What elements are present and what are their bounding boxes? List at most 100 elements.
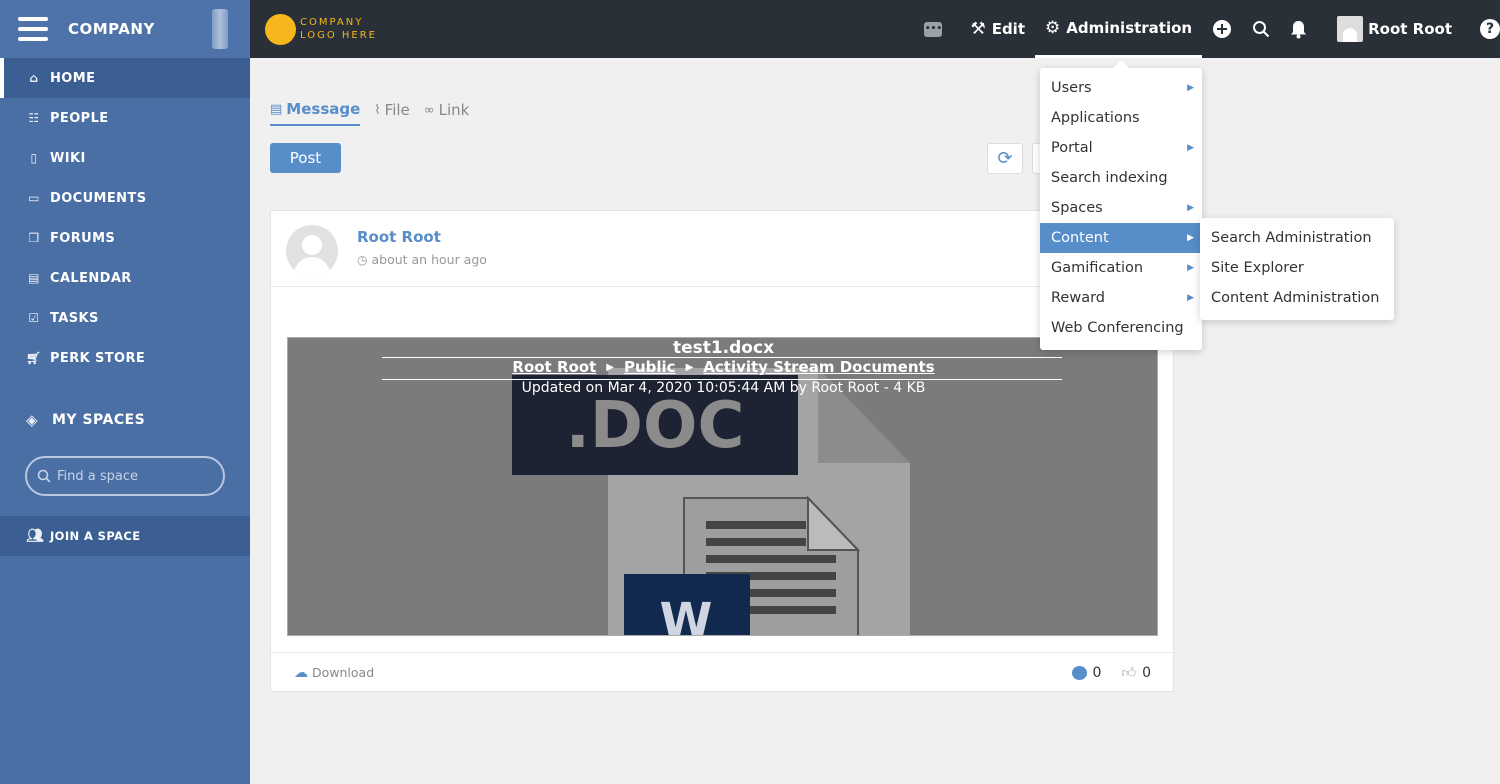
sidebar-item-tasks[interactable]: ☑ TASKS	[0, 298, 250, 338]
activity-header: Root Root ◷ about an hour ago	[271, 211, 1173, 287]
sidebar-item-label: HOME	[50, 70, 96, 86]
file-title: test1.docx	[672, 338, 775, 358]
avatar	[1337, 16, 1364, 42]
breadcrumb-link[interactable]: Root Root	[512, 358, 596, 376]
people-icon: ☷	[28, 111, 40, 125]
home-icon: ⌂	[29, 71, 39, 85]
svg-text:W: W	[660, 593, 713, 636]
user-name: Root Root	[1368, 20, 1452, 38]
menu-item-web-conferencing[interactable]: Web Conferencing	[1040, 313, 1202, 343]
caret-right-icon: ▶	[685, 361, 694, 373]
thumbs-up-icon[interactable]: 👍︎	[1121, 664, 1136, 681]
sidebar-nav: ⌂ HOME ☷ PEOPLE ▯ WIKI ▭ DOCUMENTS ❐ FOR…	[0, 58, 250, 378]
check-square-icon: ☑	[28, 311, 40, 325]
sidebar-item-label: PERK STORE	[50, 350, 146, 366]
company-name: COMPANY	[68, 20, 155, 38]
add-button[interactable]	[1202, 0, 1242, 58]
activity-author[interactable]: Root Root	[357, 228, 441, 246]
my-spaces-heading: ◈ MY SPACES	[0, 400, 250, 440]
find-space-input[interactable]	[57, 468, 207, 484]
refresh-button[interactable]: ⟳	[987, 143, 1023, 174]
logo-line-1: COMPANY	[300, 17, 364, 28]
sidebar-item-forums[interactable]: ❐ FORUMS	[0, 218, 250, 258]
sidebar-item-perk-store[interactable]: 🛒︎ PERK STORE	[0, 338, 250, 378]
sidebar-item-label: WIKI	[50, 150, 86, 166]
menu-item-site-explorer[interactable]: Site Explorer	[1200, 253, 1394, 283]
edit-button[interactable]: ⚒ Edit	[960, 0, 1035, 58]
menu-item-applications[interactable]: Applications	[1040, 103, 1202, 133]
sidebar-item-people[interactable]: ☷ PEOPLE	[0, 98, 250, 138]
menu-item-label: Users	[1051, 80, 1092, 96]
caret-right-icon: ▶	[1187, 233, 1194, 243]
download-link[interactable]: ☁ Download	[294, 665, 374, 681]
menu-item-portal[interactable]: Portal ▶	[1040, 133, 1202, 163]
tab-file[interactable]: ⌇ File	[374, 100, 409, 126]
search-icon	[1253, 21, 1270, 38]
like-count: 0	[1142, 664, 1151, 681]
logo-line-2: LOGO HERE	[300, 30, 377, 41]
menu-item-label: Search indexing	[1051, 170, 1168, 186]
document-preview[interactable]: W .DOC test1.docx Root Root ▶ Public ▶ A…	[287, 337, 1158, 636]
clock-icon: ◷	[357, 252, 368, 267]
menu-item-label: Content Administration	[1211, 290, 1380, 306]
sidebar-item-documents[interactable]: ▭ DOCUMENTS	[0, 178, 250, 218]
chat-button[interactable]: •••	[914, 0, 952, 58]
logo-circle-icon	[265, 13, 296, 45]
company-logo[interactable]: COMPANY LOGO HERE	[265, 13, 377, 45]
menu-item-search-indexing[interactable]: Search indexing	[1040, 163, 1202, 193]
menu-item-reward[interactable]: Reward ▶	[1040, 283, 1202, 313]
tab-message[interactable]: ▤ Message	[270, 100, 361, 126]
refresh-icon: ⟳	[997, 148, 1013, 169]
activity-footer: ☁ Download 0 👍︎ 0	[271, 652, 1173, 692]
sidebar-item-wiki[interactable]: ▯ WIKI	[0, 138, 250, 178]
breadcrumb-link[interactable]: Public	[624, 358, 676, 376]
caret-right-icon: ▶	[1187, 83, 1194, 93]
folder-icon: ▭	[28, 191, 40, 205]
menu-item-users[interactable]: Users ▶	[1040, 73, 1202, 103]
topbar-actions: ••• ⚒ Edit ⚙ Administration Root Root ?	[914, 0, 1500, 58]
composer-tabs: ▤ Message ⌇ File ∞ Link	[270, 100, 483, 126]
sidebar-toggle-handle[interactable]	[212, 9, 228, 49]
hamburger-menu-icon[interactable]	[18, 17, 48, 41]
avatar[interactable]	[286, 225, 338, 277]
edit-label: Edit	[991, 20, 1025, 38]
post-button[interactable]: Post	[270, 143, 341, 173]
tab-label: File	[384, 101, 410, 119]
menu-item-content[interactable]: Content ▶	[1040, 223, 1202, 253]
menu-item-label: Portal	[1051, 140, 1093, 156]
user-menu[interactable]: Root Root	[1327, 0, 1462, 58]
plus-circle-icon	[1213, 20, 1232, 38]
menu-item-content-administration[interactable]: Content Administration	[1200, 283, 1394, 313]
content-submenu: Search Administration Site Explorer Cont…	[1200, 218, 1394, 320]
administration-menu: Users ▶ Applications Portal ▶ Search index…	[1040, 60, 1202, 350]
forum-icon: ❐	[28, 231, 40, 245]
tab-link[interactable]: ∞ Link	[424, 100, 470, 126]
menu-item-search-administration[interactable]: Search Administration	[1200, 223, 1394, 253]
menu-item-gamification[interactable]: Gamification ▶	[1040, 253, 1202, 283]
tools-icon: ⚒	[970, 19, 986, 39]
layers-icon: ◈	[25, 411, 39, 429]
activity-timestamp: ◷ about an hour ago	[357, 252, 487, 267]
menu-item-label: Search Administration	[1211, 230, 1372, 246]
menu-item-label: Applications	[1051, 110, 1140, 126]
administration-button[interactable]: ⚙ Administration	[1035, 0, 1203, 58]
sidebar-item-calendar[interactable]: ▤ CALENDAR	[0, 258, 250, 298]
my-spaces-label: MY SPACES	[52, 412, 146, 428]
join-space-button[interactable]: 👥︎ JOIN A SPACE	[0, 516, 250, 556]
breadcrumb-link[interactable]: Activity Stream Documents	[703, 358, 934, 376]
sidebar-item-label: FORUMS	[50, 230, 116, 246]
search-button[interactable]	[1242, 0, 1280, 58]
activity-time: about an hour ago	[371, 252, 487, 267]
cloud-download-icon: ☁	[294, 664, 308, 681]
bell-icon	[1291, 20, 1307, 38]
sidebar-item-home[interactable]: ⌂ HOME	[0, 58, 250, 98]
notifications-button[interactable]	[1280, 0, 1317, 58]
caret-right-icon: ▶	[606, 361, 614, 373]
help-button[interactable]: ?	[1470, 0, 1500, 58]
caret-right-icon: ▶	[1187, 293, 1194, 303]
caret-right-icon: ▶	[1187, 203, 1194, 213]
tab-label: Link	[438, 101, 470, 119]
menu-item-spaces[interactable]: Spaces ▶	[1040, 193, 1202, 223]
link-icon: ∞	[423, 102, 435, 118]
comment-icon[interactable]	[1071, 665, 1087, 680]
